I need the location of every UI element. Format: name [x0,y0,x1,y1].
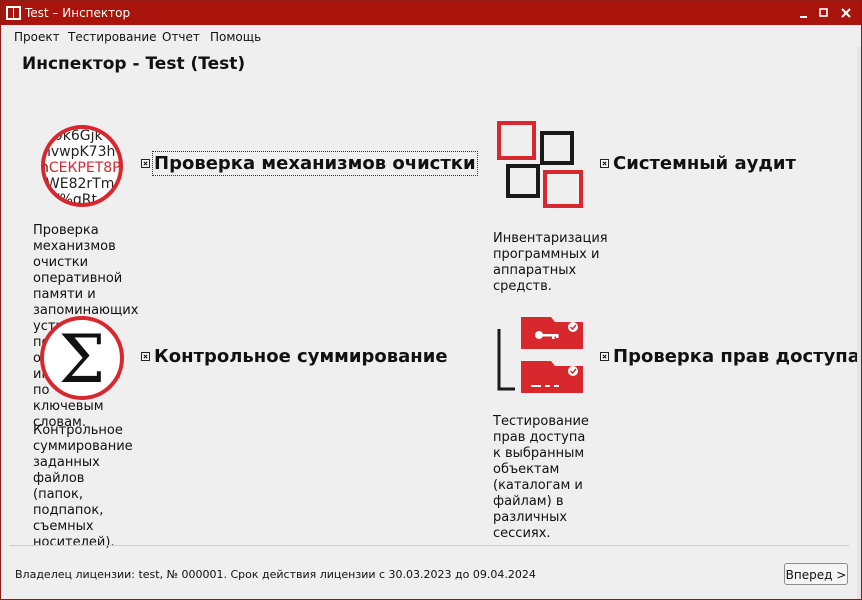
desc-line: объектам (каталогам и файлам) в различны… [493,462,583,525]
logo-line-3: hСЕКРЕТ8P [40,160,121,176]
tile-access-checkbox[interactable] [600,352,609,361]
minimize-icon[interactable] [796,5,812,21]
logo-secret-word: СЕКРЕТ8P [49,160,121,176]
tile-cleanup-header[interactable]: Проверка механизмов очистки [141,151,478,176]
menu-help[interactable]: Помощь [210,30,261,44]
footer-divider [9,545,849,546]
desc-line: сессиях. [493,526,551,541]
secret-text-circle-icon: j0k6Gjk hvwpK73h hСЕКРЕТ8P iWE82rTm V%gR… [40,125,123,207]
title-bar[interactable]: Test – Инспектор [1,1,861,25]
desc-line: Инвентаризация программных и аппаратных [493,231,608,278]
tile-cleanup-title[interactable]: Проверка механизмов очистки [152,151,478,176]
tile-audit-header[interactable]: Системный аудит [600,153,796,174]
close-icon[interactable] [838,5,854,21]
menu-report[interactable]: Отчет [162,30,200,44]
tile-audit-title[interactable]: Системный аудит [613,153,796,174]
menu-testing[interactable]: Тестирование [68,30,157,44]
sigma-glyph: Σ [59,321,106,398]
tile-audit-checkbox[interactable] [600,159,609,168]
logo-line-2: hvwpK73h [42,144,115,160]
sigma-circle-icon: Σ [40,316,124,400]
page-title: Инспектор - Test (Test) [22,54,246,74]
tile-access-title[interactable]: Проверка прав доступа [613,346,860,367]
desc-line: Контрольное суммирование заданных файлов… [33,423,133,502]
tile-checksum-header[interactable]: Контрольное суммирование [141,346,448,367]
access-folders-icon [497,317,583,393]
menu-project[interactable]: Проект [14,30,60,44]
app-logo-icon [6,6,21,20]
desc-line: Тестирование прав доступа к выбранным [493,414,589,461]
maximize-icon[interactable] [816,5,832,21]
window-title: Test – Инспектор [25,6,131,20]
tile-audit-description: Инвентаризация программных и аппаратных … [493,231,608,295]
tile-checksum-title[interactable]: Контрольное суммирование [154,346,448,367]
scrollbar-edge[interactable] [857,47,861,599]
desc-line: средств. [493,279,552,294]
tile-checksum-description: Контрольное суммирование заданных файлов… [33,423,133,551]
tile-checksum-checkbox[interactable] [141,352,150,361]
desc-line: Проверка механизмов очистки оперативной … [33,223,123,302]
main-window: Test – Инспектор Проект Тестирование Отч… [0,0,862,600]
tile-cleanup-checkbox[interactable] [141,159,150,168]
audit-squares-icon [497,121,583,208]
tile-access-header[interactable]: Проверка прав доступа [600,346,860,367]
desc-line: подпапок, съемных носителей). [33,503,115,550]
menu-bar: Проект Тестирование Отчет Помощь [1,27,861,47]
next-button[interactable]: Вперед > [784,563,848,585]
tile-access-description: Тестирование прав доступа к выбранным об… [493,414,589,542]
license-info: Владелец лицензии: test, № 000001. Срок … [15,568,536,581]
